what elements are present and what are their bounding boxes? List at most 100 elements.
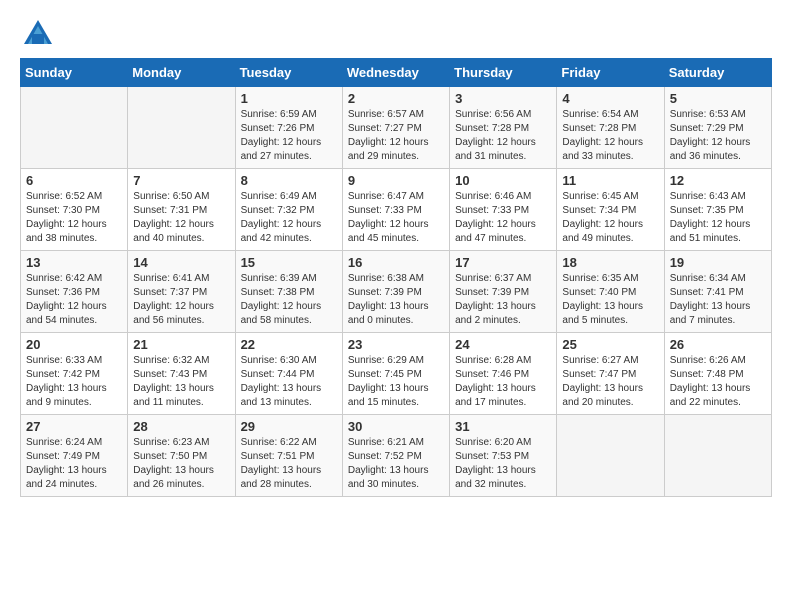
- day-info: Sunrise: 6:28 AM Sunset: 7:46 PM Dayligh…: [455, 354, 551, 410]
- day-info: Sunrise: 6:37 AM Sunset: 7:39 PM Dayligh…: [455, 272, 551, 328]
- day-info: Sunrise: 6:46 AM Sunset: 7:33 PM Dayligh…: [455, 190, 551, 246]
- calendar-week-row: 27 Sunrise: 6:24 AM Sunset: 7:49 PM Dayli…: [21, 415, 772, 497]
- day-number: 29: [241, 419, 337, 434]
- day-number: 6: [26, 173, 122, 188]
- calendar-cell: 11 Sunrise: 6:45 AM Sunset: 7:34 PM Dayli…: [557, 169, 664, 251]
- day-number: 22: [241, 337, 337, 352]
- calendar-cell: 27 Sunrise: 6:24 AM Sunset: 7:49 PM Dayli…: [21, 415, 128, 497]
- calendar-cell: 9 Sunrise: 6:47 AM Sunset: 7:33 PM Daylig…: [342, 169, 449, 251]
- day-number: 20: [26, 337, 122, 352]
- day-info: Sunrise: 6:20 AM Sunset: 7:53 PM Dayligh…: [455, 436, 551, 492]
- calendar-cell: 18 Sunrise: 6:35 AM Sunset: 7:40 PM Dayli…: [557, 251, 664, 333]
- calendar-table: SundayMondayTuesdayWednesdayThursdayFrid…: [20, 58, 772, 497]
- calendar-week-row: 1Sunrise: 6:59 AM Sunset: 7:26 PM Daylig…: [21, 87, 772, 169]
- calendar-cell: 3 Sunrise: 6:56 AM Sunset: 7:28 PM Daylig…: [450, 87, 557, 169]
- day-number: 5: [670, 91, 766, 106]
- day-number: 8: [241, 173, 337, 188]
- calendar-cell: 7 Sunrise: 6:50 AM Sunset: 7:31 PM Daylig…: [128, 169, 235, 251]
- header: [20, 16, 772, 52]
- day-number: 13: [26, 255, 122, 270]
- calendar-cell: 2 Sunrise: 6:57 AM Sunset: 7:27 PM Daylig…: [342, 87, 449, 169]
- day-info: Sunrise: 6:35 AM Sunset: 7:40 PM Dayligh…: [562, 272, 658, 328]
- day-number: 9: [348, 173, 444, 188]
- calendar-cell: 22Sunrise: 6:30 AM Sunset: 7:44 PM Dayli…: [235, 333, 342, 415]
- day-number: 25: [562, 337, 658, 352]
- calendar-cell: 31 Sunrise: 6:20 AM Sunset: 7:53 PM Dayli…: [450, 415, 557, 497]
- day-info: Sunrise: 6:22 AM Sunset: 7:51 PM Dayligh…: [241, 436, 337, 492]
- day-info: Sunrise: 6:32 AM Sunset: 7:43 PM Dayligh…: [133, 354, 229, 410]
- calendar-week-row: 13 Sunrise: 6:42 AM Sunset: 7:36 PM Dayli…: [21, 251, 772, 333]
- day-info: Sunrise: 6:23 AM Sunset: 7:50 PM Dayligh…: [133, 436, 229, 492]
- day-info: Sunrise: 6:50 AM Sunset: 7:31 PM Dayligh…: [133, 190, 229, 246]
- day-info: Sunrise: 6:45 AM Sunset: 7:34 PM Dayligh…: [562, 190, 658, 246]
- day-info: Sunrise: 6:47 AM Sunset: 7:33 PM Dayligh…: [348, 190, 444, 246]
- day-number: 30: [348, 419, 444, 434]
- calendar-cell: 28 Sunrise: 6:23 AM Sunset: 7:50 PM Dayli…: [128, 415, 235, 497]
- calendar-cell: 21Sunrise: 6:32 AM Sunset: 7:43 PM Dayli…: [128, 333, 235, 415]
- day-info: Sunrise: 6:56 AM Sunset: 7:28 PM Dayligh…: [455, 108, 551, 164]
- calendar-cell: [557, 415, 664, 497]
- calendar-cell: [128, 87, 235, 169]
- day-number: 11: [562, 173, 658, 188]
- day-number: 23: [348, 337, 444, 352]
- day-number: 26: [670, 337, 766, 352]
- calendar-header-thursday: Thursday: [450, 59, 557, 87]
- day-info: Sunrise: 6:34 AM Sunset: 7:41 PM Dayligh…: [670, 272, 766, 328]
- calendar-cell: 20Sunrise: 6:33 AM Sunset: 7:42 PM Dayli…: [21, 333, 128, 415]
- calendar-header-row: SundayMondayTuesdayWednesdayThursdayFrid…: [21, 59, 772, 87]
- day-info: Sunrise: 6:57 AM Sunset: 7:27 PM Dayligh…: [348, 108, 444, 164]
- day-info: Sunrise: 6:21 AM Sunset: 7:52 PM Dayligh…: [348, 436, 444, 492]
- calendar-cell: 25Sunrise: 6:27 AM Sunset: 7:47 PM Dayli…: [557, 333, 664, 415]
- day-info: Sunrise: 6:26 AM Sunset: 7:48 PM Dayligh…: [670, 354, 766, 410]
- day-info: Sunrise: 6:29 AM Sunset: 7:45 PM Dayligh…: [348, 354, 444, 410]
- day-info: Sunrise: 6:39 AM Sunset: 7:38 PM Dayligh…: [241, 272, 337, 328]
- day-number: 31: [455, 419, 551, 434]
- day-number: 7: [133, 173, 229, 188]
- calendar-week-row: 6 Sunrise: 6:52 AM Sunset: 7:30 PM Daylig…: [21, 169, 772, 251]
- day-number: 4: [562, 91, 658, 106]
- calendar-cell: 10Sunrise: 6:46 AM Sunset: 7:33 PM Dayli…: [450, 169, 557, 251]
- calendar-cell: 29 Sunrise: 6:22 AM Sunset: 7:51 PM Dayli…: [235, 415, 342, 497]
- calendar-header-monday: Monday: [128, 59, 235, 87]
- day-info: Sunrise: 6:38 AM Sunset: 7:39 PM Dayligh…: [348, 272, 444, 328]
- day-number: 18: [562, 255, 658, 270]
- page: SundayMondayTuesdayWednesdayThursdayFrid…: [0, 0, 792, 517]
- calendar-cell: [21, 87, 128, 169]
- day-number: 14: [133, 255, 229, 270]
- day-info: Sunrise: 6:41 AM Sunset: 7:37 PM Dayligh…: [133, 272, 229, 328]
- day-number: 3: [455, 91, 551, 106]
- day-number: 15: [241, 255, 337, 270]
- calendar-header-tuesday: Tuesday: [235, 59, 342, 87]
- day-number: 27: [26, 419, 122, 434]
- day-info: Sunrise: 6:54 AM Sunset: 7:28 PM Dayligh…: [562, 108, 658, 164]
- calendar-cell: 5Sunrise: 6:53 AM Sunset: 7:29 PM Daylig…: [664, 87, 771, 169]
- calendar-cell: 30 Sunrise: 6:21 AM Sunset: 7:52 PM Dayli…: [342, 415, 449, 497]
- day-info: Sunrise: 6:24 AM Sunset: 7:49 PM Dayligh…: [26, 436, 122, 492]
- logo-icon: [20, 16, 56, 52]
- day-number: 12: [670, 173, 766, 188]
- day-number: 19: [670, 255, 766, 270]
- calendar-header-friday: Friday: [557, 59, 664, 87]
- calendar-header-sunday: Sunday: [21, 59, 128, 87]
- day-number: 2: [348, 91, 444, 106]
- day-number: 1: [241, 91, 337, 106]
- calendar-cell: [664, 415, 771, 497]
- calendar-cell: 8 Sunrise: 6:49 AM Sunset: 7:32 PM Daylig…: [235, 169, 342, 251]
- day-info: Sunrise: 6:42 AM Sunset: 7:36 PM Dayligh…: [26, 272, 122, 328]
- calendar-cell: 6 Sunrise: 6:52 AM Sunset: 7:30 PM Daylig…: [21, 169, 128, 251]
- calendar-week-row: 20Sunrise: 6:33 AM Sunset: 7:42 PM Dayli…: [21, 333, 772, 415]
- calendar-header-wednesday: Wednesday: [342, 59, 449, 87]
- calendar-cell: 14 Sunrise: 6:41 AM Sunset: 7:37 PM Dayli…: [128, 251, 235, 333]
- calendar-cell: 19 Sunrise: 6:34 AM Sunset: 7:41 PM Dayli…: [664, 251, 771, 333]
- calendar-cell: 1Sunrise: 6:59 AM Sunset: 7:26 PM Daylig…: [235, 87, 342, 169]
- day-number: 17: [455, 255, 551, 270]
- day-info: Sunrise: 6:49 AM Sunset: 7:32 PM Dayligh…: [241, 190, 337, 246]
- day-info: Sunrise: 6:52 AM Sunset: 7:30 PM Dayligh…: [26, 190, 122, 246]
- day-info: Sunrise: 6:43 AM Sunset: 7:35 PM Dayligh…: [670, 190, 766, 246]
- day-number: 16: [348, 255, 444, 270]
- calendar-cell: 12 Sunrise: 6:43 AM Sunset: 7:35 PM Dayli…: [664, 169, 771, 251]
- calendar-cell: 4 Sunrise: 6:54 AM Sunset: 7:28 PM Daylig…: [557, 87, 664, 169]
- day-number: 28: [133, 419, 229, 434]
- calendar-cell: 16 Sunrise: 6:38 AM Sunset: 7:39 PM Dayli…: [342, 251, 449, 333]
- calendar-cell: 13 Sunrise: 6:42 AM Sunset: 7:36 PM Dayli…: [21, 251, 128, 333]
